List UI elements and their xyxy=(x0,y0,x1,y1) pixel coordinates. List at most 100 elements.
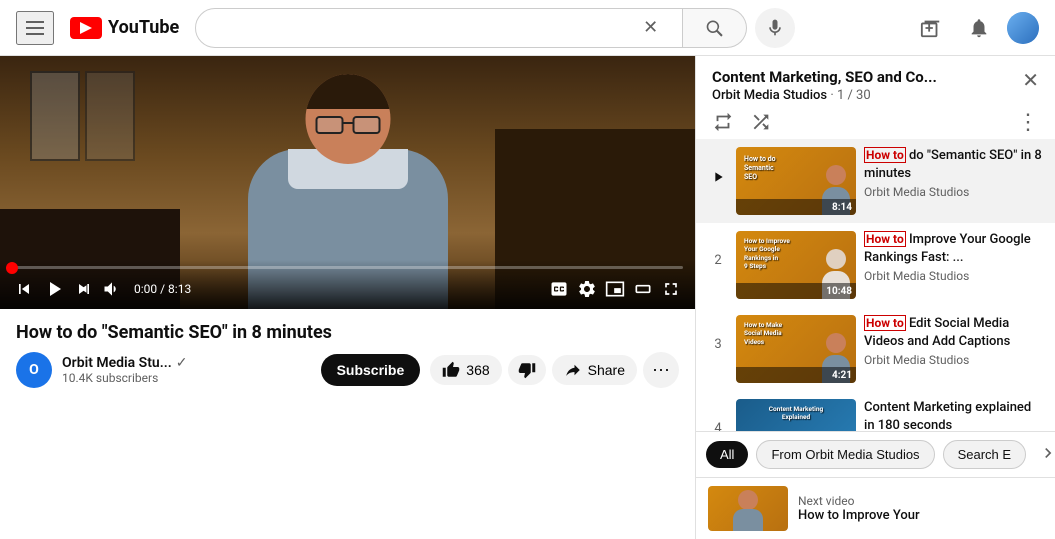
youtube-logo[interactable]: YouTube xyxy=(70,17,179,39)
volume-icon xyxy=(102,279,122,299)
playlist-item-4[interactable]: 4 Content MarketingExplained 3:06 Conten… xyxy=(696,391,1055,431)
subscribe-button[interactable]: Subscribe xyxy=(321,354,421,386)
header-right xyxy=(911,8,1039,48)
item-1-title: How to do "Semantic SEO" in 8 minutes xyxy=(864,147,1043,183)
playlist-more-button[interactable]: ⋮ xyxy=(1017,111,1039,133)
create-icon xyxy=(920,17,942,39)
playlist-item-1[interactable]: How to doSemanticSEO 8:14 How to do "Sem… xyxy=(696,139,1055,223)
item-3-highlight: How to xyxy=(864,315,906,331)
playlist-controls: ⋮ xyxy=(712,103,1039,139)
next-video-info: Next video How to Improve Your xyxy=(798,494,920,523)
channel-avatar[interactable]: O xyxy=(16,352,52,388)
share-label: Share xyxy=(588,362,625,378)
item-4-number: 4 xyxy=(708,421,728,431)
play-button[interactable] xyxy=(40,275,68,303)
search-button[interactable] xyxy=(683,8,747,48)
playlist-items[interactable]: How to doSemanticSEO 8:14 How to do "Sem… xyxy=(696,139,1055,431)
create-button[interactable] xyxy=(911,8,951,48)
channel-row: O Orbit Media Stu... ✓ 10.4K subscribers… xyxy=(16,352,679,388)
filter-all-button[interactable]: All xyxy=(706,441,748,468)
play-icon xyxy=(42,277,66,301)
share-button[interactable]: Share xyxy=(552,355,637,385)
miniplayer-icon xyxy=(605,279,625,299)
person-head xyxy=(305,74,390,164)
video-controls[interactable]: 0:00 / 8:13 xyxy=(0,260,695,309)
item-1-duration: 8:14 xyxy=(832,202,852,213)
item-1-thumbnail: How to doSemanticSEO 8:14 xyxy=(736,147,856,215)
chevron-right-icon xyxy=(1038,443,1055,463)
header: YouTube orbitmedia studios ✕ xyxy=(0,0,1055,56)
item-2-duration: 10:48 xyxy=(826,286,852,297)
fullscreen-button[interactable] xyxy=(659,277,683,301)
search-input[interactable]: orbitmedia studios xyxy=(212,19,635,37)
theater-button[interactable] xyxy=(631,277,655,301)
menu-button[interactable] xyxy=(16,11,54,45)
settings-button[interactable] xyxy=(575,277,599,301)
channel-name[interactable]: Orbit Media Stu... xyxy=(62,355,172,371)
shuffle-button[interactable] xyxy=(750,111,772,133)
person-hair xyxy=(305,74,390,109)
thumb-3-bar: 4:21 xyxy=(736,367,856,383)
item-3-number: 3 xyxy=(708,337,728,352)
skip-back-button[interactable] xyxy=(12,277,36,301)
mic-button[interactable] xyxy=(755,8,795,48)
notifications-button[interactable] xyxy=(959,8,999,48)
more-actions-button[interactable]: ⋯ xyxy=(643,352,679,388)
playlist-panel: Content Marketing, SEO and Co... Orbit M… xyxy=(695,56,1055,539)
right-controls xyxy=(547,277,683,301)
playlist-channel-link[interactable]: Orbit Media Studios xyxy=(712,88,827,103)
item-2-info: How to Improve Your Google Rankings Fast… xyxy=(864,231,1043,283)
playlist-close-button[interactable]: ✕ xyxy=(1022,68,1039,93)
item-2-highlight: How to xyxy=(864,231,906,247)
dislike-button[interactable] xyxy=(508,355,546,385)
captions-button[interactable] xyxy=(547,277,571,301)
item-3-info: How to Edit Social Media Videos and Add … xyxy=(864,315,1043,367)
filter-row: All From Orbit Media Studios Search E xyxy=(696,431,1055,477)
thumb-3-text: How to MakeSocial MediaVideos xyxy=(744,321,818,346)
volume-button[interactable] xyxy=(100,277,124,301)
item-4-thumb-container: Content MarketingExplained 3:06 xyxy=(736,399,856,431)
next-thumb xyxy=(708,486,788,531)
filter-search-button[interactable]: Search E xyxy=(943,440,1026,469)
youtube-logo-icon xyxy=(70,17,102,39)
filter-next-button[interactable] xyxy=(1038,443,1055,466)
search-area: orbitmedia studios ✕ xyxy=(195,8,795,48)
item-2-number: 2 xyxy=(708,253,728,268)
next-thumb-head xyxy=(738,490,758,510)
channel-name-row: Orbit Media Stu... ✓ xyxy=(62,355,311,371)
more-dots-icon: ⋯ xyxy=(652,360,670,381)
playlist-title-row: Content Marketing, SEO and Co... Orbit M… xyxy=(712,68,1039,103)
item-2-title: How to Improve Your Google Rankings Fast… xyxy=(864,231,1043,267)
search-clear-button[interactable]: ✕ xyxy=(635,17,666,38)
skip-forward-icon xyxy=(74,279,94,299)
item-4-info: Content Marketing explained in 180 secon… xyxy=(864,399,1043,431)
item-3-thumb-container: How to MakeSocial MediaVideos 4:21 xyxy=(736,315,856,383)
item-1-info: How to do "Semantic SEO" in 8 minutes Or… xyxy=(864,147,1043,199)
share-icon xyxy=(564,361,582,379)
playlist-item-3[interactable]: 3 How to MakeSocial MediaVideos 4:21 xyxy=(696,307,1055,391)
avatar[interactable] xyxy=(1007,12,1039,44)
mic-icon xyxy=(765,18,785,38)
controls-row: 0:00 / 8:13 xyxy=(12,275,683,303)
next-label: Next video xyxy=(798,494,920,508)
skip-forward-button[interactable] xyxy=(72,277,96,301)
playlist-position: 1 / 30 xyxy=(837,88,871,103)
playlist-title-text: Content Marketing, SEO and Co... xyxy=(712,68,937,86)
like-button[interactable]: 368 xyxy=(430,355,501,385)
progress-handle[interactable] xyxy=(6,262,18,274)
next-video-teaser[interactable]: Next video How to Improve Your xyxy=(696,477,1055,539)
miniplayer-button[interactable] xyxy=(603,277,627,301)
skip-back-icon xyxy=(14,279,34,299)
playlist-item-2[interactable]: 2 How to ImproveYour GoogleRankings in9 … xyxy=(696,223,1055,307)
loop-button[interactable] xyxy=(712,111,734,133)
thumbs-down-icon xyxy=(518,361,536,379)
filter-orbit-button[interactable]: From Orbit Media Studios xyxy=(756,440,934,469)
progress-bar[interactable] xyxy=(12,266,683,269)
item-2-thumb-container: How to ImproveYour GoogleRankings in9 St… xyxy=(736,231,856,299)
main-content: 0:00 / 8:13 xyxy=(0,56,1055,539)
search-input-container[interactable]: orbitmedia studios ✕ xyxy=(195,8,683,48)
captions-icon xyxy=(549,279,569,299)
video-player[interactable]: 0:00 / 8:13 xyxy=(0,56,695,309)
window-right xyxy=(85,71,135,161)
channel-info: Orbit Media Stu... ✓ 10.4K subscribers xyxy=(62,355,311,385)
